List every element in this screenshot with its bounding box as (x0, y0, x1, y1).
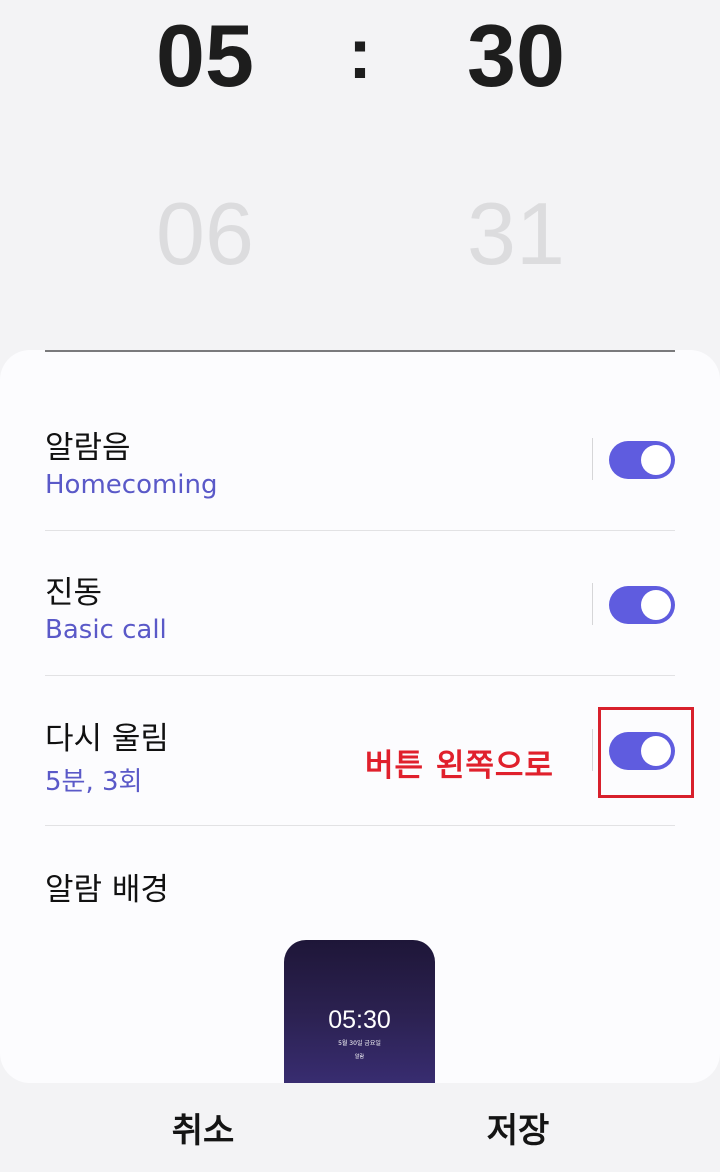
snooze-subtitle: 5분, 3회 (45, 767, 143, 797)
row-separator (592, 729, 593, 771)
annotation-highlight-box (598, 707, 694, 798)
row-divider (45, 675, 675, 676)
minute-next[interactable]: 31 (416, 190, 616, 278)
time-separator: : (348, 14, 372, 94)
preview-time: 05:30 (328, 1006, 391, 1034)
card-top-divider (45, 350, 675, 352)
toggle-knob (641, 590, 671, 620)
setting-row-vibration[interactable]: 진동 Basic call (45, 531, 675, 676)
alarm-settings-card: 알람음 Homecoming 진동 Basic call 다시 울림 5분, 3… (0, 350, 720, 1083)
alarm-sound-title: 알람음 (45, 430, 131, 466)
row-divider (45, 825, 675, 826)
time-picker[interactable]: 05 : 30 06 31 (0, 0, 720, 350)
alarm-sound-toggle[interactable] (609, 441, 675, 479)
snooze-title: 다시 울림 (45, 721, 169, 757)
alarm-background-preview[interactable]: 05:30 5월 30일 금요일 알람 (284, 940, 435, 1083)
minute-selected[interactable]: 30 (416, 12, 616, 100)
alarm-sound-subtitle: Homecoming (45, 470, 218, 500)
vibration-title: 진동 (45, 575, 103, 611)
preview-date: 5월 30일 금요일 (338, 1040, 381, 1047)
setting-row-alarm-sound[interactable]: 알람음 Homecoming (45, 386, 675, 531)
setting-row-snooze[interactable]: 다시 울림 5분, 3회 (45, 677, 675, 826)
hour-selected[interactable]: 05 (105, 12, 305, 100)
save-button[interactable]: 저장 (418, 1103, 618, 1152)
annotation-text: 버튼 왼쪽으로 (365, 748, 554, 784)
vibration-subtitle: Basic call (45, 615, 167, 645)
row-separator (592, 438, 593, 480)
toggle-knob (641, 445, 671, 475)
bottom-action-bar: 취소 저장 (0, 1083, 720, 1172)
hour-next[interactable]: 06 (105, 190, 305, 278)
row-separator (592, 583, 593, 625)
cancel-button[interactable]: 취소 (103, 1103, 303, 1152)
alarm-background-title[interactable]: 알람 배경 (45, 864, 169, 909)
preview-label: 알람 (354, 1054, 365, 1060)
vibration-toggle[interactable] (609, 586, 675, 624)
